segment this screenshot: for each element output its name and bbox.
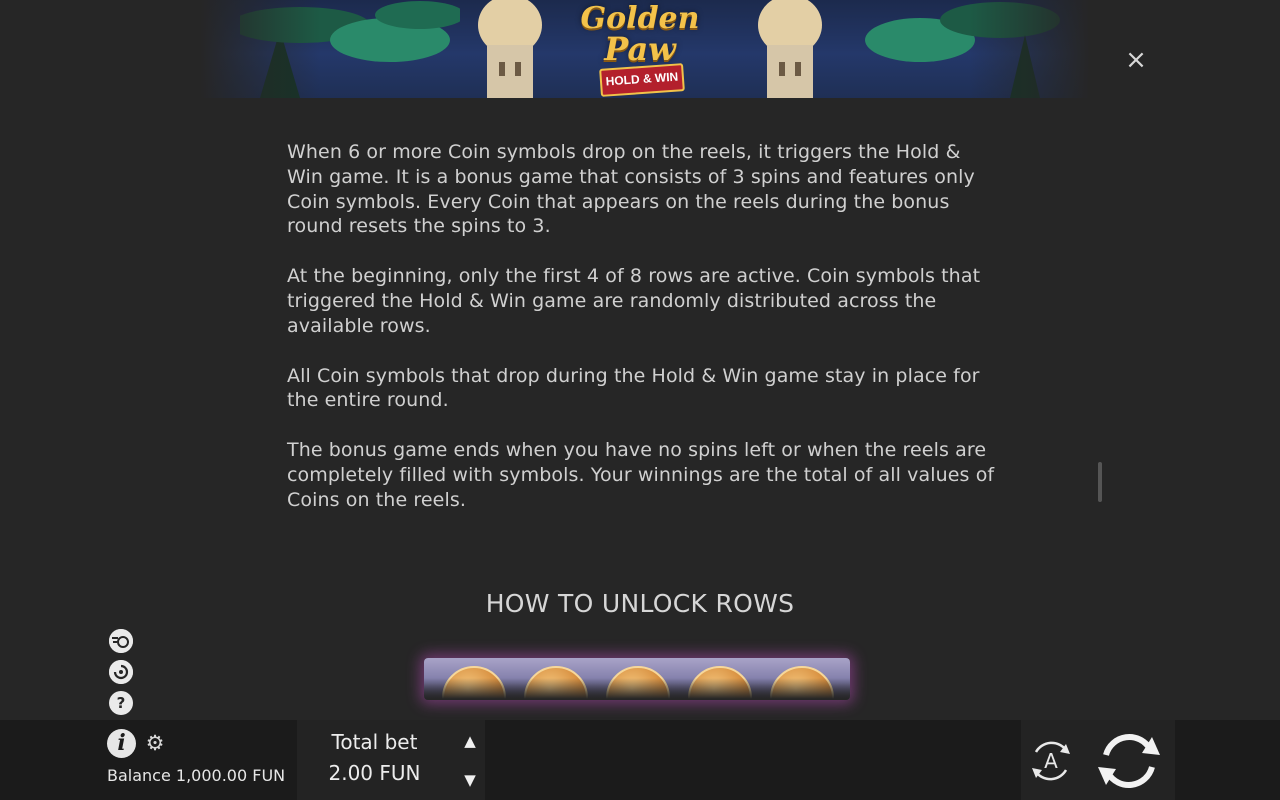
bet-increase-button[interactable]: ▲	[459, 730, 481, 752]
help-icon[interactable]: ?	[109, 691, 133, 715]
turbo-glyph	[109, 629, 133, 653]
header-banner: Golden Paw HOLD & WIN	[200, 0, 1090, 98]
banner-fade-left	[200, 0, 320, 98]
total-bet-value: 2.00 FUN	[328, 761, 421, 785]
reels-fade	[424, 678, 850, 700]
info-icon[interactable]: i	[107, 729, 136, 758]
history-glyph	[109, 660, 133, 684]
balance-text: Balance 1,000.00 FUN	[107, 766, 286, 785]
rules-paragraph: The bonus game ends when you have no spi…	[287, 439, 995, 511]
spin-button[interactable]	[1094, 727, 1164, 795]
palace-tower-left	[478, 0, 542, 98]
rules-content: When 6 or more Coin symbols drop on the …	[287, 140, 997, 538]
palace-tower-right	[758, 0, 822, 98]
rules-paragraph: When 6 or more Coin symbols drop on the …	[287, 141, 975, 238]
autoplay-icon: A	[1032, 741, 1070, 781]
game-logo: Golden Paw HOLD & WIN	[570, 0, 710, 98]
banner-fade-right	[970, 0, 1090, 98]
history-icon[interactable]	[109, 660, 133, 684]
reels-preview-image	[424, 658, 850, 700]
close-icon[interactable]: ×	[1124, 47, 1148, 73]
spin-icon	[1098, 734, 1160, 788]
section-title: HOW TO UNLOCK ROWS	[485, 589, 795, 618]
logo-title-line2: Paw	[604, 30, 676, 68]
autoplay-button[interactable]: A	[1026, 736, 1076, 786]
turbo-icon[interactable]	[109, 629, 133, 653]
bet-decrease-button[interactable]: ▼	[459, 769, 481, 791]
logo-ribbon: HOLD & WIN	[599, 63, 685, 97]
rules-paragraph: At the beginning, only the first 4 of 8 …	[287, 265, 981, 337]
autoplay-letter: A	[1044, 749, 1058, 773]
total-bet-label: Total bet	[331, 730, 418, 754]
rules-paragraph: All Coin symbols that drop during the Ho…	[287, 364, 980, 412]
scrollbar-thumb[interactable]	[1098, 462, 1102, 502]
gear-icon[interactable]: ⚙	[144, 732, 166, 754]
